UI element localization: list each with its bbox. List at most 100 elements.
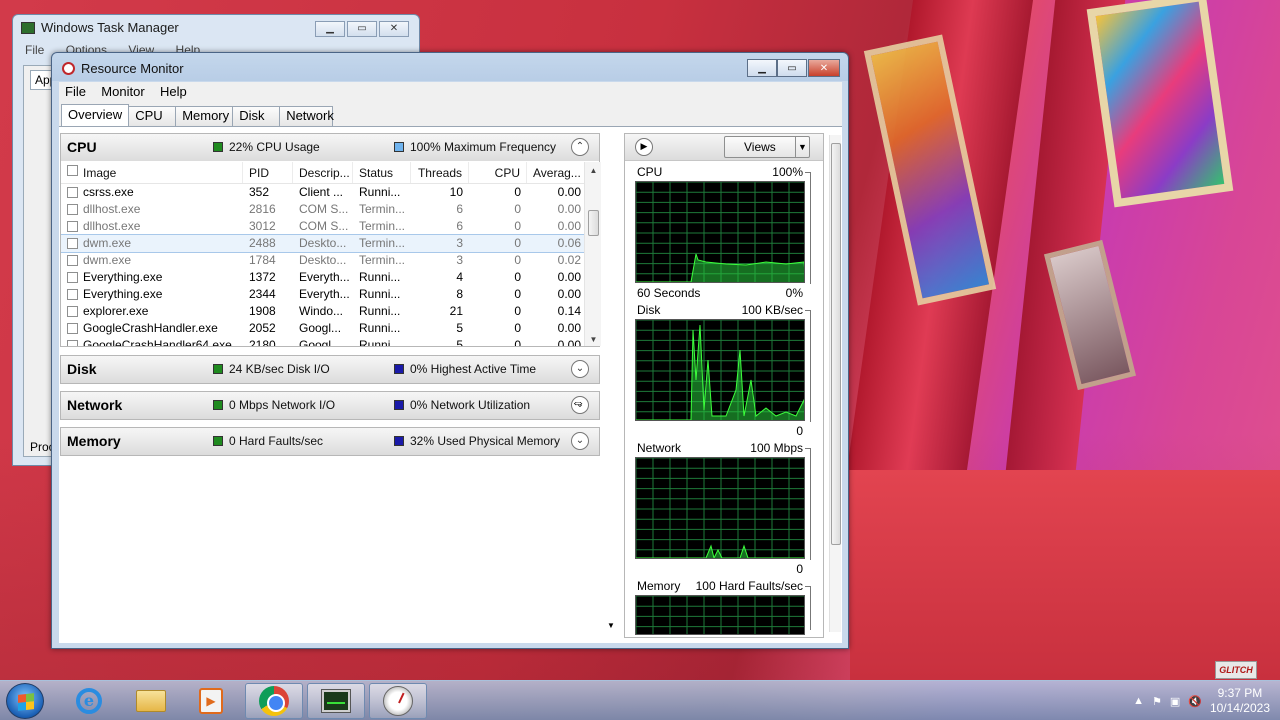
cpu-section-header[interactable]: CPU 22% CPU Usage 100% Maximum Frequency…	[61, 134, 599, 161]
scroll-down-icon[interactable]: ▼	[607, 621, 615, 630]
maximize-button[interactable]: ▭	[777, 59, 807, 77]
taskbar-internet-explorer[interactable]: e	[60, 683, 118, 719]
maximize-icon: ▭	[787, 62, 797, 74]
volume-muted-icon[interactable]: 🔇	[1188, 695, 1202, 708]
close-button[interactable]: ✕	[379, 21, 409, 37]
scroll-thumb[interactable]	[831, 143, 841, 545]
process-checkbox[interactable]	[67, 238, 78, 249]
tab-cpu[interactable]: CPU	[128, 106, 177, 126]
process-image-cell: explorer.exe	[61, 303, 243, 320]
description-cell: Googl...	[299, 338, 342, 346]
collapse-pane-icon[interactable]: ▶	[635, 138, 653, 156]
table-row[interactable]: GoogleCrashHandler64.exe 2180 Googl... Runn…	[61, 337, 601, 346]
taskbar-task-manager[interactable]	[307, 683, 365, 719]
select-all-checkbox[interactable]	[67, 165, 78, 176]
table-row[interactable]: Everything.exe 2344 Everyth... Runni... 8 0 0.…	[61, 286, 601, 303]
graph-max-label: 100 Hard Faults/sec	[695, 579, 803, 593]
description-cell: COM S...	[299, 202, 349, 216]
resource-monitor-window[interactable]: Resource Monitor ▁ ▭ ✕ File Monitor Help…	[51, 52, 849, 649]
scroll-up-icon[interactable]: ▲	[585, 166, 601, 175]
table-row[interactable]: dllhost.exe 2816 COM S... Termin... 6 0 0.00	[61, 201, 601, 218]
column-header-status[interactable]: Status	[353, 162, 411, 183]
process-checkbox[interactable]	[67, 187, 78, 198]
left-pane-scrollbar[interactable]: ▼	[606, 135, 618, 632]
action-center-icon[interactable]: ⚑	[1152, 695, 1162, 708]
table-row[interactable]: GoogleCrashHandler.exe 2052 Googl... Runni.…	[61, 320, 601, 337]
threads-cell: 8	[456, 287, 463, 301]
graph-title: Disk	[637, 303, 661, 317]
menu-monitor[interactable]: Monitor	[95, 82, 150, 102]
column-header-cpu[interactable]: CPU	[469, 162, 527, 183]
process-checkbox[interactable]	[67, 340, 78, 346]
table-row[interactable]: explorer.exe 1908 Windo... Runni... 21 0 0.14	[61, 303, 601, 320]
taskbar-media-player[interactable]: ▶	[182, 683, 240, 719]
graph-min-label: 0	[796, 562, 803, 576]
views-dropdown[interactable]: Views ▼	[724, 136, 810, 158]
column-header-threads[interactable]: Threads	[411, 162, 469, 183]
menu-help[interactable]: Help	[154, 82, 193, 102]
menu-file[interactable]: File	[59, 82, 92, 102]
network-section-header[interactable]: Network 0 Mbps Network I/O 0% Network Ut…	[61, 392, 599, 419]
table-scrollbar[interactable]: ▲ ▼	[584, 162, 601, 346]
pid-cell: 352	[249, 185, 270, 199]
show-hidden-icons-icon[interactable]: ▲	[1133, 695, 1144, 707]
expand-chevron-icon[interactable]: ⌄	[571, 360, 589, 378]
table-row[interactable]: dwm.exe 1784 Deskto... Termin... 3 0 0.02	[61, 252, 601, 269]
scroll-down-icon[interactable]: ▼	[585, 335, 601, 344]
description-cell: Everyth...	[299, 287, 350, 301]
clock[interactable]: 9:37 PM 10/14/2023	[1210, 686, 1270, 716]
tab-network[interactable]: Network	[279, 106, 334, 126]
maximize-button[interactable]: ▭	[347, 21, 377, 37]
memory-faults-swatch	[213, 436, 223, 446]
graphs-scrollbar[interactable]	[829, 135, 841, 632]
process-checkbox[interactable]	[67, 289, 78, 300]
memory-section-header[interactable]: Memory 0 Hard Faults/sec 32% Used Physic…	[61, 428, 599, 455]
column-header-average[interactable]: Averag...	[527, 162, 587, 183]
tab-overview[interactable]: Overview	[61, 104, 130, 126]
taskbar-google-chrome[interactable]	[245, 683, 303, 719]
tab-memory[interactable]: Memory	[175, 106, 234, 126]
cpu-cell: 0	[514, 236, 521, 250]
process-checkbox[interactable]	[67, 204, 78, 215]
column-header-description[interactable]: Descrip...	[293, 162, 353, 183]
collapse-chevron-icon[interactable]: ⌃	[571, 138, 589, 156]
process-checkbox[interactable]	[67, 272, 78, 283]
disk-io-swatch	[213, 364, 223, 374]
tab-disk[interactable]: Disk	[232, 106, 281, 126]
graph-plot	[635, 595, 807, 636]
expand-chevron-icon[interactable]: ⌄	[571, 432, 589, 450]
network-icon[interactable]: ▣	[1170, 695, 1180, 708]
column-header-image[interactable]: Image	[61, 162, 243, 183]
taskbar-resource-monitor[interactable]	[369, 683, 427, 719]
graph-header: Memory 100 Hard Faults/sec	[635, 578, 811, 595]
graph-memory: Memory 100 Hard Faults/sec	[635, 578, 811, 638]
table-row[interactable]: dwm.exe 2488 Deskto... Termin... 3 0 0.06	[61, 234, 601, 253]
internet-explorer-icon: e	[76, 688, 102, 714]
close-button[interactable]: ✕	[808, 59, 840, 77]
description-cell: Everyth...	[299, 270, 350, 284]
table-row[interactable]: dllhost.exe 3012 COM S... Termin... 6 0 0.00	[61, 218, 601, 235]
scroll-thumb[interactable]	[588, 210, 599, 236]
background-painting	[863, 34, 997, 306]
table-row[interactable]: csrss.exe 352 Client ... Runni... 10 0 0.00	[61, 184, 601, 201]
disk-section-header[interactable]: Disk 24 KB/sec Disk I/O 0% Highest Activ…	[61, 356, 599, 383]
process-checkbox[interactable]	[67, 306, 78, 317]
minimize-button[interactable]: ▁	[747, 59, 777, 77]
taskbar-windows-explorer[interactable]	[122, 683, 180, 719]
task-manager-titlebar[interactable]: Windows Task Manager ▁ ▭ ✕	[13, 15, 419, 41]
memory-used-label: 32% Used Physical Memory	[410, 434, 561, 448]
minimize-button[interactable]: ▁	[315, 21, 345, 37]
graph-network: Network 100 Mbps 0	[635, 440, 811, 577]
table-row[interactable]: Everything.exe 1372 Everyth... Runni... 4 0 0.…	[61, 269, 601, 286]
graph-title: Network	[637, 441, 682, 455]
process-checkbox[interactable]	[67, 323, 78, 334]
process-checkbox[interactable]	[67, 255, 78, 266]
start-button[interactable]	[6, 683, 44, 719]
views-label: Views	[744, 140, 776, 154]
column-header-pid[interactable]: PID	[243, 162, 293, 183]
process-image-cell: Everything.exe	[61, 269, 243, 286]
menu-file[interactable]: File	[25, 43, 44, 57]
average-cpu-cell: 0.02	[557, 253, 581, 267]
resource-monitor-titlebar[interactable]: Resource Monitor ▁ ▭ ✕	[52, 53, 848, 83]
process-checkbox[interactable]	[67, 221, 78, 232]
